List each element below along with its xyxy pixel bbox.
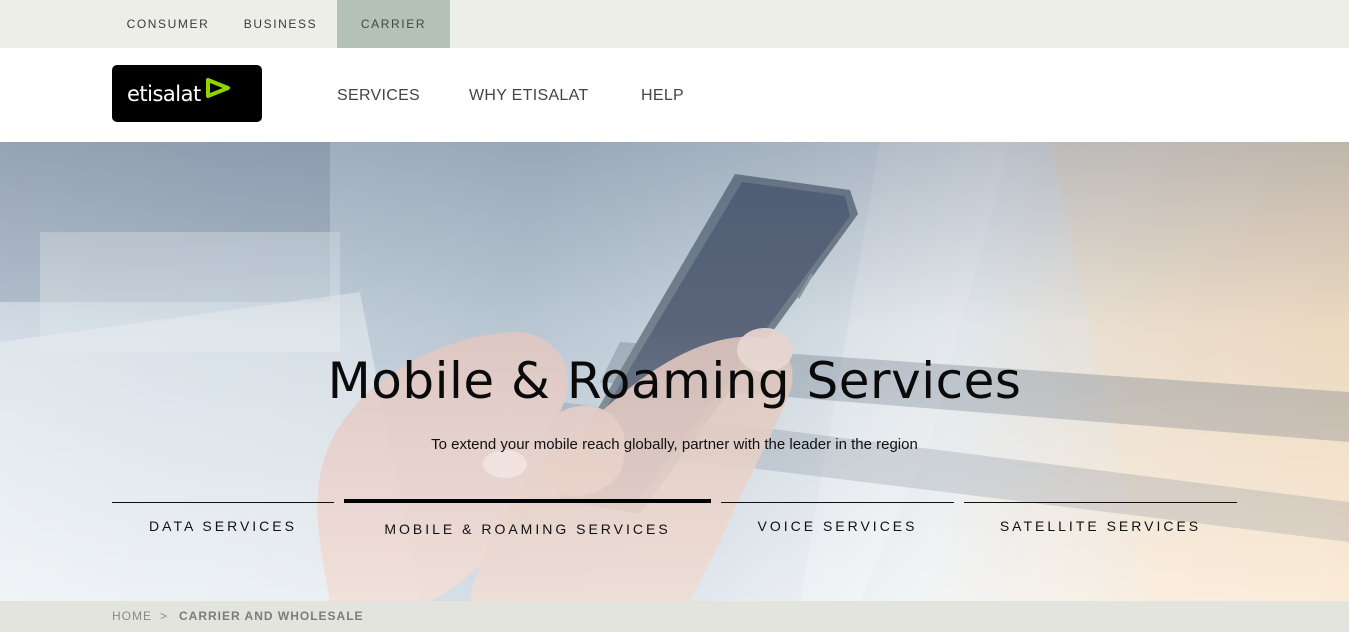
tab-mobile-roaming-services[interactable]: MOBILE & ROAMING SERVICES (344, 499, 711, 539)
breadcrumb-home[interactable]: HOME (112, 601, 152, 632)
segment-consumer[interactable]: CONSUMER (112, 0, 224, 48)
etisalat-arrow-icon (205, 77, 231, 104)
nav-services[interactable]: SERVICES (337, 48, 420, 142)
hero-subtitle: To extend your mobile reach globally, pa… (431, 436, 918, 453)
segment-business[interactable]: BUSINESS (224, 0, 337, 48)
breadcrumb-separator: > (160, 609, 169, 623)
hero-title: Mobile & Roaming Services (327, 352, 1022, 410)
etisalat-logo[interactable]: etisalat (112, 65, 262, 122)
logo-text: etisalat (127, 81, 201, 106)
breadcrumb-current: CARRIER AND WHOLESALE (179, 609, 364, 623)
nav-help[interactable]: HELP (641, 48, 684, 142)
tab-satellite-services[interactable]: SATELLITE SERVICES (964, 502, 1237, 542)
tab-data-services[interactable]: DATA SERVICES (112, 502, 334, 542)
segment-bar: CONSUMER BUSINESS CARRIER (0, 0, 1349, 48)
segment-carrier[interactable]: CARRIER (337, 0, 450, 48)
tab-voice-services[interactable]: VOICE SERVICES (721, 502, 954, 542)
nav-why-etisalat[interactable]: WHY ETISALAT (469, 48, 588, 142)
breadcrumb: HOME > CARRIER AND WHOLESALE (0, 601, 1349, 632)
main-header: etisalat SERVICES WHY ETISALAT HELP (0, 48, 1349, 142)
hero-banner: Mobile & Roaming Services To extend your… (0, 142, 1349, 601)
